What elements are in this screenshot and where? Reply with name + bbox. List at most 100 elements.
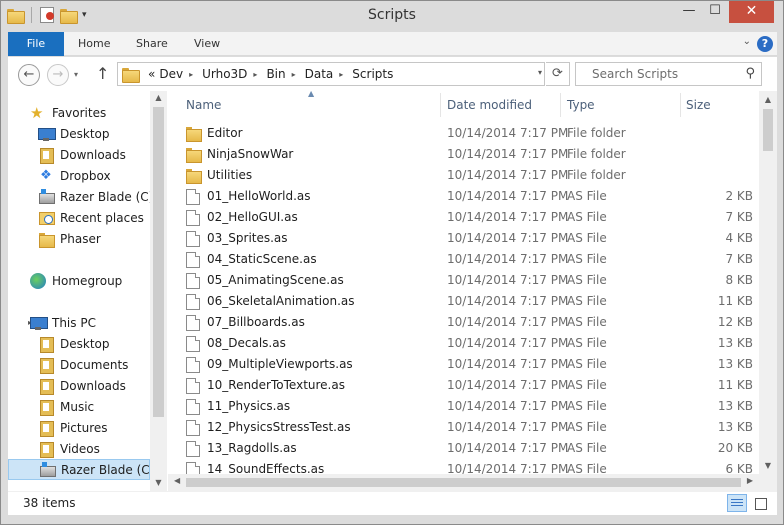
folder-row[interactable]: Editor 10/14/2014 7:17 PM File folder (168, 123, 759, 144)
file-row[interactable]: 03_Sprites.as 10/14/2014 7:17 PM AS File 4 … (168, 228, 759, 249)
file-row[interactable]: 07_Billboards.as 10/14/2014 7:17 PM AS Fil… (168, 312, 759, 333)
nav-fav-dropbox[interactable]: ❖ Dropbox (8, 165, 150, 186)
file-row[interactable]: 02_HelloGUI.as 10/14/2014 7:17 PM AS File 7… (168, 207, 759, 228)
chevron-right-icon[interactable]: ▸ (253, 70, 257, 79)
file-row[interactable]: 06_SkeletalAnimation.as 10/14/2014 7:17 P… (168, 291, 759, 312)
tab-home[interactable]: Home (78, 32, 110, 56)
scroll-down-icon[interactable]: ▼ (150, 478, 167, 487)
column-header-date[interactable]: Date modified (429, 91, 549, 119)
nav-pc-music[interactable]: Music (8, 396, 150, 417)
address-dropdown-icon[interactable]: ▾ (538, 68, 542, 77)
chevron-right-icon[interactable]: ▸ (292, 70, 296, 79)
size-cell: 6 KB (725, 462, 753, 474)
breadcrumb-scripts[interactable]: Scripts (352, 67, 393, 81)
nav-pc-desktop[interactable]: Desktop (8, 333, 150, 354)
nav-pc-downloads[interactable]: Downloads (8, 375, 150, 396)
videos-icon (38, 441, 54, 458)
tab-file[interactable]: File (8, 32, 64, 56)
scroll-up-icon[interactable]: ▲ (150, 93, 167, 102)
scroll-right-icon[interactable]: ▶ (747, 476, 753, 485)
details-view-button[interactable] (727, 494, 747, 512)
refresh-button[interactable]: ⟳ (546, 62, 570, 86)
chevron-right-icon[interactable]: ▸ (339, 70, 343, 79)
up-button[interactable]: ↑ (96, 64, 109, 83)
name-cell: Editor (186, 123, 243, 144)
search-box[interactable]: ⚲ (575, 62, 762, 86)
address-row: ← → ▾ ↑ « Dev ▸ Urho3D ▸ Bin ▸ Data ▸ Script… (8, 57, 777, 91)
scroll-down-icon[interactable]: ▼ (759, 461, 777, 470)
folder-row[interactable]: Utilities 10/14/2014 7:17 PM File folder (168, 165, 759, 186)
file-row[interactable]: 13_Ragdolls.as 10/14/2014 7:17 PM AS File 2… (168, 438, 759, 459)
nav-pc-videos[interactable]: Videos (8, 438, 150, 459)
nav-pc-razer[interactable]: Razer Blade (C:) (8, 459, 150, 480)
type-cell: AS File (567, 462, 607, 474)
search-input[interactable] (592, 64, 752, 84)
file-row[interactable]: 05_AnimatingScene.as 10/14/2014 7:17 PM AS… (168, 270, 759, 291)
help-icon[interactable]: ? (757, 36, 773, 52)
name-cell: 05_AnimatingScene.as (186, 270, 344, 291)
nav-favorites[interactable]: ★ Favorites (8, 102, 150, 123)
scroll-thumb[interactable] (186, 478, 741, 487)
file-row[interactable]: 04_StaticScene.as 10/14/2014 7:17 PM AS Fi… (168, 249, 759, 270)
column-header-name[interactable]: ▲ Name (168, 91, 447, 119)
date-cell: 10/14/2014 7:17 PM (447, 210, 569, 224)
scroll-thumb[interactable] (763, 109, 773, 151)
breadcrumb-overflow[interactable]: « (142, 67, 155, 81)
chevron-right-icon[interactable]: ▸ (189, 70, 193, 79)
tab-share[interactable]: Share (136, 32, 168, 56)
scrollbar-corner (759, 474, 777, 491)
close-button[interactable]: ✕ (729, 1, 774, 23)
nav-fav-razer[interactable]: Razer Blade (C) (8, 186, 150, 207)
name-cell: 03_Sprites.as (186, 228, 288, 249)
breadcrumb-dev[interactable]: Dev ▸ (159, 67, 198, 81)
minimize-button[interactable]: — (675, 1, 703, 23)
file-row[interactable]: 10_RenderToTexture.as 10/14/2014 7:17 PM A… (168, 375, 759, 396)
expand-ribbon-icon[interactable]: ⌄ (743, 36, 751, 47)
nav-label: Dropbox (60, 168, 111, 183)
scroll-thumb[interactable] (153, 107, 164, 417)
list-horizontal-scrollbar[interactable]: ◀ ▶ (168, 474, 759, 491)
forward-button[interactable]: → (47, 64, 69, 86)
column-header-size[interactable]: Size (668, 91, 759, 119)
file-name: 05_AnimatingScene.as (207, 273, 344, 287)
file-row[interactable]: 09_MultipleViewports.as 10/14/2014 7:17 P… (168, 354, 759, 375)
nav-pc-documents[interactable]: Documents (8, 354, 150, 375)
back-button[interactable]: ← (18, 64, 40, 86)
search-icon[interactable]: ⚲ (745, 66, 755, 81)
nav-homegroup[interactable]: Homegroup (8, 270, 150, 291)
scroll-up-icon[interactable]: ▲ (759, 95, 777, 104)
tab-view[interactable]: View (194, 32, 220, 56)
nav-fav-phaser[interactable]: Phaser (8, 228, 150, 249)
nav-scrollbar[interactable]: ▲ ▼ (150, 91, 167, 491)
scroll-left-icon[interactable]: ◀ (174, 476, 180, 485)
column-header-type[interactable]: Type (549, 91, 661, 119)
folder-row[interactable]: NinjaSnowWar 10/14/2014 7:17 PM File folde… (168, 144, 759, 165)
recent-locations-icon[interactable]: ▾ (74, 70, 78, 79)
nav-fav-downloads[interactable]: Downloads (8, 144, 150, 165)
nav-thispc[interactable]: This PC (8, 312, 150, 333)
nav-fav-recent[interactable]: Recent places (8, 207, 150, 228)
nav-fav-desktop[interactable]: Desktop (8, 123, 150, 144)
breadcrumb-urho3d[interactable]: Urho3D ▸ (202, 67, 262, 81)
type-cell: AS File (567, 252, 607, 266)
file-icon (186, 419, 200, 436)
large-icons-view-button[interactable] (750, 494, 770, 512)
file-name: 13_Ragdolls.as (207, 441, 297, 455)
file-icon (186, 230, 200, 247)
pictures-icon (38, 420, 54, 437)
address-bar[interactable]: « Dev ▸ Urho3D ▸ Bin ▸ Data ▸ Scripts ▾ (117, 62, 545, 86)
file-name: 14_SoundEffects.as (207, 462, 325, 474)
breadcrumb-data[interactable]: Data ▸ (305, 67, 349, 81)
nav-label: This PC (52, 315, 96, 330)
file-row[interactable]: 11_Physics.as 10/14/2014 7:17 PM AS File 13… (168, 396, 759, 417)
nav-pc-pictures[interactable]: Pictures (8, 417, 150, 438)
maximize-button[interactable]: ☐ (701, 1, 729, 23)
file-row[interactable]: 12_PhysicsStressTest.as 10/14/2014 7:17 P… (168, 417, 759, 438)
size-cell: 12 KB (717, 315, 753, 329)
list-vertical-scrollbar[interactable]: ▲ ▼ (759, 91, 777, 474)
file-row[interactable]: 08_Decals.as 10/14/2014 7:17 PM AS File 13 … (168, 333, 759, 354)
file-row[interactable]: 14_SoundEffects.as 10/14/2014 7:17 PM AS F… (168, 459, 759, 474)
breadcrumb-bin[interactable]: Bin ▸ (266, 67, 300, 81)
file-row[interactable]: 01_HelloWorld.as 10/14/2014 7:17 PM AS Fil… (168, 186, 759, 207)
downloads-icon (38, 378, 54, 395)
